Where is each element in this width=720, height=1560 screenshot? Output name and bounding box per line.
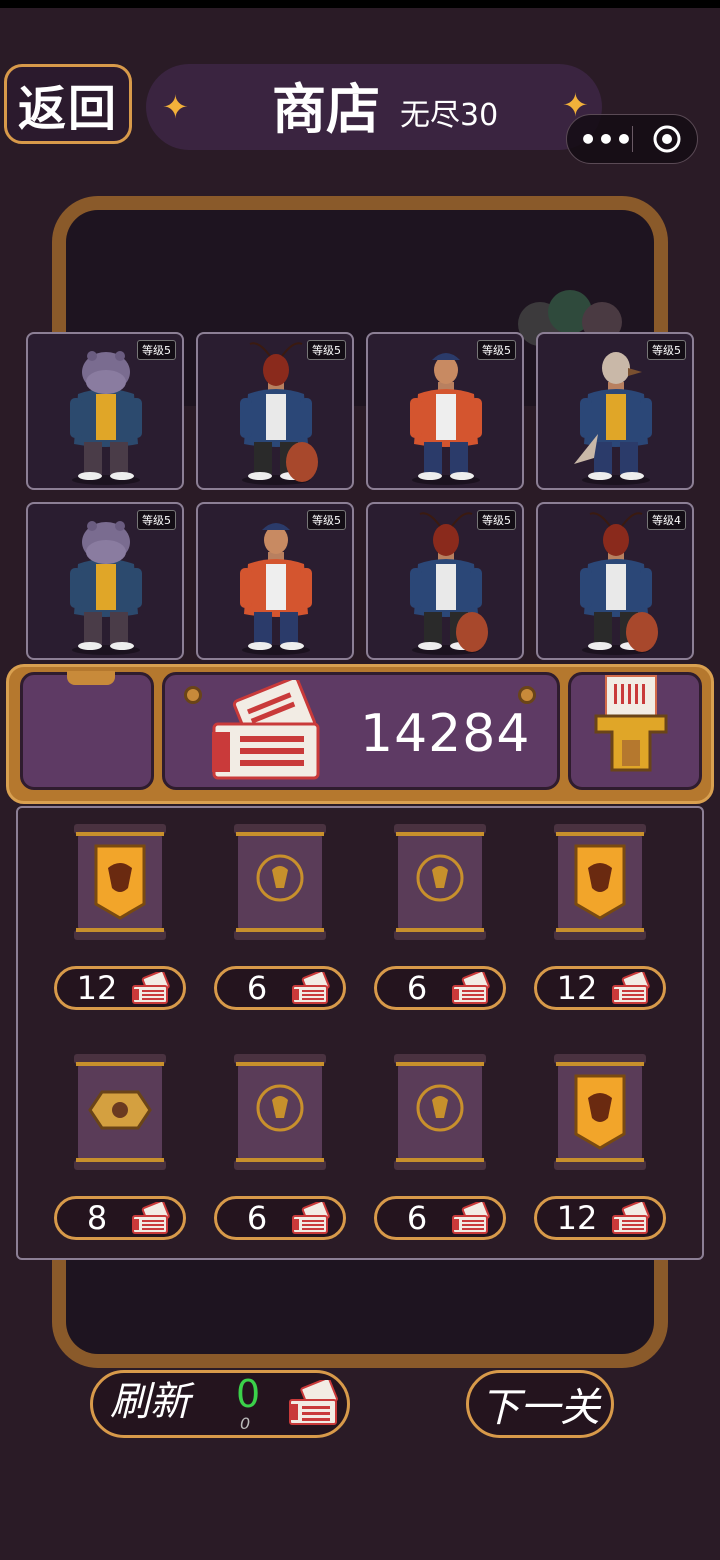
buy-button[interactable]: 12 <box>534 966 666 1010</box>
price-value: 12 <box>76 969 118 1007</box>
mode-label: 无尽30 <box>400 98 499 133</box>
ticket-icon <box>612 972 650 1004</box>
ticket-icon <box>452 1202 490 1234</box>
character-card[interactable]: 等级5 <box>366 502 524 660</box>
refresh-label: 刷新 <box>110 1379 190 1425</box>
back-button[interactable]: 返回 <box>4 64 132 144</box>
ticket-icon <box>452 972 490 1004</box>
level-badge: 等级5 <box>307 340 346 360</box>
ticket-stamp-icon <box>594 675 668 772</box>
next-level-button[interactable]: 下一关 <box>466 1370 614 1438</box>
empty-slot-panel <box>20 671 154 790</box>
ticket-icon <box>292 972 330 1004</box>
gold-shield-pack-icon <box>554 1054 646 1170</box>
card-pack-purple-emblem[interactable] <box>232 1048 328 1176</box>
card-pack-purple-emblem[interactable] <box>392 818 488 946</box>
price-value: 6 <box>246 969 268 1007</box>
character-card[interactable]: 等级5 <box>26 502 184 660</box>
buy-button[interactable]: 6 <box>374 1196 506 1240</box>
purple-emblem-pack-icon <box>394 1054 486 1170</box>
ticket-balance: 14284 <box>360 704 531 764</box>
star-icon: ✦ <box>162 88 189 126</box>
level-badge: 等级5 <box>137 340 176 360</box>
buy-button[interactable]: 12 <box>54 966 186 1010</box>
card-pack-gold-shield[interactable] <box>552 1048 648 1176</box>
buy-button[interactable]: 8 <box>54 1196 186 1240</box>
price-value: 6 <box>406 969 428 1007</box>
price-value: 6 <box>406 1199 428 1237</box>
card-pack-gold-shield[interactable] <box>72 818 168 946</box>
decorative-frame-bottom <box>52 1258 668 1368</box>
ticket-icon <box>132 1202 170 1234</box>
status-strip <box>0 0 720 8</box>
rivet <box>184 686 202 704</box>
level-badge: 等级5 <box>477 340 516 360</box>
purple-emblem-pack-icon <box>234 1054 326 1170</box>
purple-emblem-pack-icon <box>394 824 486 940</box>
character-card[interactable]: 等级5 <box>196 332 354 490</box>
ticket-icon <box>289 1380 338 1425</box>
price-value: 12 <box>556 1199 598 1237</box>
character-card[interactable]: 等级5 <box>26 332 184 490</box>
character-card[interactable]: 等级5 <box>536 332 694 490</box>
purple-badge-pack-icon <box>74 1054 166 1170</box>
more-dots-icon[interactable]: ••• <box>579 122 633 156</box>
character-card[interactable]: 等级5 <box>366 332 524 490</box>
level-badge: 等级5 <box>477 510 516 530</box>
character-card[interactable]: 等级5 <box>196 502 354 660</box>
gold-shield-pack-icon <box>74 824 166 940</box>
buy-button[interactable]: 6 <box>214 1196 346 1240</box>
card-pack-purple-emblem[interactable] <box>232 818 328 946</box>
level-badge: 等级5 <box>307 510 346 530</box>
purple-emblem-pack-icon <box>234 824 326 940</box>
price-value: 8 <box>86 1199 108 1237</box>
page-title: 商店 <box>272 78 380 141</box>
refresh-count: 0 <box>236 1372 261 1416</box>
gold-shield-pack-icon <box>554 824 646 940</box>
level-badge: 等级5 <box>137 510 176 530</box>
ticket-icon <box>292 1202 330 1234</box>
capsule-divider <box>632 126 633 152</box>
buy-button[interactable]: 6 <box>374 966 506 1010</box>
level-badge: 等级4 <box>647 510 686 530</box>
ticket-icon <box>212 680 320 780</box>
refresh-sub-count: 0 <box>240 1414 251 1433</box>
character-card[interactable]: 等级4 <box>536 502 694 660</box>
level-badge: 等级5 <box>647 340 686 360</box>
card-pack-purple-badge[interactable] <box>72 1048 168 1176</box>
ticket-icon <box>612 1202 650 1234</box>
target-close-icon[interactable] <box>650 122 684 156</box>
price-value: 6 <box>246 1199 268 1237</box>
buy-button[interactable]: 6 <box>214 966 346 1010</box>
buy-button[interactable]: 12 <box>534 1196 666 1240</box>
ticket-icon <box>132 972 170 1004</box>
price-value: 12 <box>556 969 598 1007</box>
card-pack-gold-shield[interactable] <box>552 818 648 946</box>
card-pack-purple-emblem[interactable] <box>392 1048 488 1176</box>
